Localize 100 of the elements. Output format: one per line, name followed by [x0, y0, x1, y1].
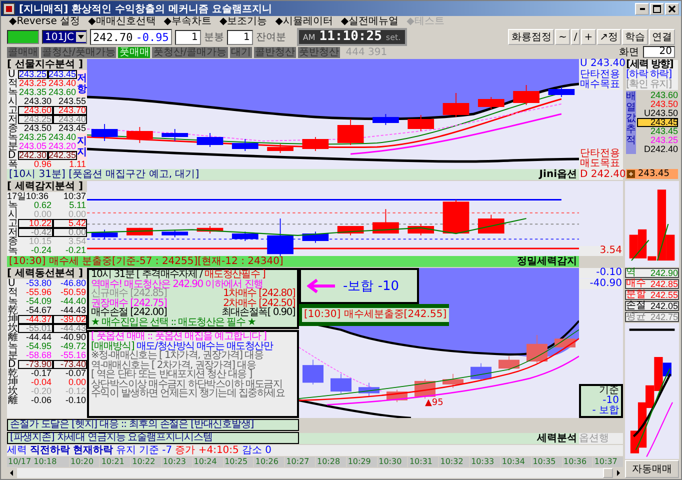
table-cell: 5.42: [52, 219, 87, 228]
info-text: 상단박스이상 매수금지 하단박스이하 매도금지: [91, 380, 282, 389]
remain-count-field[interactable]: 1: [226, 30, 253, 44]
counter-text: 444 391: [346, 46, 388, 58]
time-label: 10:25: [224, 457, 254, 467]
table-cell-text: -0.04: [30, 378, 52, 387]
table-cell-text: -46.80: [59, 279, 87, 288]
close-button[interactable]: [665, 2, 679, 14]
info-text: [매매방식] 매도/청산방식 매수는 매도청산만: [91, 342, 274, 351]
signal-text: -보합 -10: [343, 278, 400, 295]
menu-item[interactable]: ◆Reverse 설정: [7, 16, 82, 28]
side-label: 저항: [77, 70, 87, 97]
table-cell-text: 243.50: [22, 124, 52, 133]
row-label: 녹: [7, 133, 18, 142]
price-level: D242.40: [642, 145, 678, 154]
table-cell-text: -54.67: [24, 306, 52, 315]
scroll-thumb[interactable]: [603, 468, 613, 478]
maximize-button[interactable]: [650, 2, 664, 14]
table-cell-text: -0.12: [64, 387, 87, 396]
table-cell-text: 0.00: [67, 378, 87, 387]
auto-trade-button[interactable]: 자동매매: [625, 460, 679, 478]
status-indicator: [7, 30, 39, 44]
candle: [267, 218, 294, 256]
scroll-left-icon[interactable]: [7, 468, 17, 478]
table-cell-text: 0.62: [34, 201, 52, 210]
menu-item[interactable]: ◆매매신호선택: [86, 16, 158, 28]
menu-item[interactable]: ◆실전메뉴얼: [338, 16, 401, 28]
table-cell-text: -0.17: [30, 369, 52, 378]
remain-unit-label: 잔여분: [256, 31, 286, 44]
menu-item[interactable]: ◆보조기능: [217, 16, 270, 28]
toolbar-button[interactable]: 화룡점정: [508, 29, 554, 45]
table-cell: -55.01: [18, 324, 52, 333]
menu-item[interactable]: ◆시뮬레이터: [273, 16, 335, 28]
time-label: 10:31: [408, 457, 438, 467]
bar-unit-label: 분봉: [204, 31, 224, 44]
close-icon: [668, 4, 676, 12]
marker-label: ▲95: [425, 398, 444, 408]
base-text: 기준: [599, 386, 619, 396]
bar-count-field[interactable]: 1: [174, 30, 201, 44]
scroll-right-icon[interactable]: [613, 468, 623, 478]
table-cell-text: -0.07: [64, 369, 87, 378]
candle: [91, 124, 118, 142]
symbol-dropdown[interactable]: 101JC: [42, 30, 88, 44]
info-text: [ 역은 단타 또는 반대포지션 청산 대응 ]: [91, 370, 252, 380]
info-text: ※정-매매신호는 [ 1차가격, 권장가격] 대응: [91, 351, 264, 360]
direction-text: [하락 하락]: [626, 70, 678, 80]
toolbar-button[interactable]: 학습: [622, 29, 648, 45]
table-cell: 243.20: [48, 142, 77, 151]
table-cell-text: 0.00: [67, 210, 87, 219]
info-text: ★ 매수진입은 선택 :: 매도청산은 필수 ★: [91, 318, 257, 327]
time-label: 10:32: [439, 457, 470, 467]
status-text: 직전하락: [30, 445, 70, 456]
time-label: 10:37: [62, 192, 87, 201]
screen-value-field[interactable]: 20: [643, 46, 675, 58]
status-text: 현재하락: [73, 445, 113, 456]
direction-text: [확인 유지]: [626, 80, 678, 90]
reading-value: 3.54: [579, 246, 623, 256]
info-text: [ 풋옵션 매매 :: 풋옵션 매집을 예고합니다 ]: [91, 332, 266, 342]
info-text: 수익이 발생하면 언제든지 챙기는데 집중하세요: [91, 389, 286, 398]
toolbar-button[interactable]: /: [570, 29, 580, 45]
table-cell-text: -0.21: [64, 246, 87, 255]
horizontal-scrollbar[interactable]: [7, 468, 623, 478]
time-label: 10:30: [378, 457, 408, 467]
table-cell: -44.37: [18, 315, 52, 324]
table-cell-text: -58.68: [24, 351, 52, 360]
price-value: 242.70: [93, 30, 133, 44]
row-label: 離: [7, 396, 18, 405]
row-label: 고: [7, 106, 18, 115]
candle: [548, 86, 575, 98]
toolbar-button[interactable]: ~: [555, 29, 570, 45]
toolbar-button[interactable]: ↗정: [596, 29, 621, 45]
table-cell-text: -55.16: [59, 351, 87, 360]
candle: [302, 359, 324, 385]
table-cell: 243.40: [48, 79, 77, 88]
status-tag: 대기: [230, 46, 252, 58]
table-cell-text: 5.11: [68, 201, 87, 210]
time-label: 10:33: [470, 457, 500, 467]
candle: [526, 334, 548, 364]
minimize-button[interactable]: [635, 2, 649, 14]
row-label: 분: [7, 142, 18, 151]
toolbar-button[interactable]: +: [581, 29, 596, 45]
toolbar-button[interactable]: 연결: [649, 29, 675, 45]
table-cell: 243.40: [48, 133, 77, 142]
time-label: 10:29: [346, 457, 377, 467]
row-label: 저: [7, 115, 18, 124]
candle: [478, 214, 504, 234]
menu-item[interactable]: ◆부속차트: [162, 16, 214, 28]
table-cell: -39.02: [52, 315, 87, 324]
order-value: 242.05: [650, 301, 678, 311]
table-cell-text: -55.96: [24, 288, 52, 297]
tag-icon: [626, 169, 636, 179]
candle: [478, 96, 504, 110]
status-tag: 풋반청산: [298, 46, 340, 58]
panel-title: [ 선물지수분석 ]: [7, 59, 87, 70]
time-label: 10:37: [593, 457, 624, 467]
table-cell: 243.25: [18, 115, 52, 124]
row-label: 적: [7, 79, 18, 88]
order-label: 역: [626, 268, 636, 278]
order-value: 242.85: [650, 279, 678, 289]
table-cell: 243.25: [18, 79, 48, 88]
